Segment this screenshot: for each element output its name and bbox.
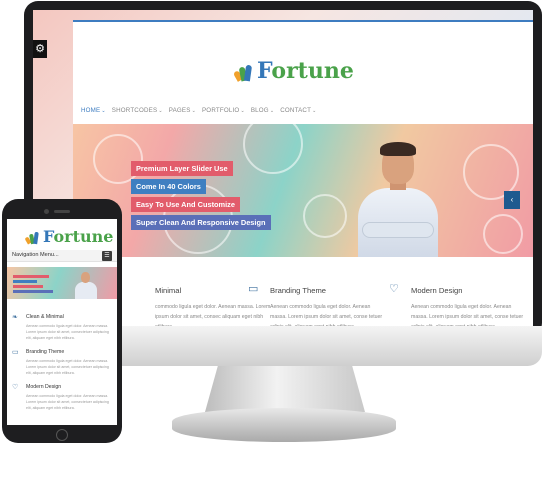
- feature-description: Aenean commodo ligula eget dolor. Aenean…: [26, 359, 109, 375]
- chevron-down-icon: ⌄: [101, 108, 106, 114]
- leaf-icon: ❧: [12, 314, 18, 321]
- monitor-stand-neck: [205, 366, 365, 412]
- phone-screen: Fortune Navigation Menu... ☰ ❧ Clean & Mi…: [7, 219, 117, 425]
- chevron-down-icon: ⌄: [240, 108, 245, 114]
- nav-item-blog[interactable]: BLOG⌄: [251, 107, 274, 114]
- chevron-down-icon: ⌄: [312, 108, 317, 114]
- slider-tag-bar: [13, 290, 53, 293]
- chevron-down-icon: ⌄: [191, 108, 196, 114]
- slider-caption: Super Clean And Responsive Design: [131, 215, 271, 230]
- feature-description: Aenean commodo ligula eget dolor. Aenean…: [411, 304, 524, 326]
- nav-item-pages[interactable]: PAGES⌄: [169, 107, 196, 114]
- feature-description: Aenean commodo ligula eget dolor. Aenean…: [26, 394, 109, 410]
- nav-item-label: CONTACT: [280, 107, 312, 114]
- desktop-logo[interactable]: Fortune: [232, 58, 354, 84]
- folder-icon: ▭: [12, 349, 19, 356]
- slider-tag-bar: [13, 280, 37, 283]
- nav-item-label: BLOG: [250, 107, 269, 114]
- slider-tag-bar: [13, 275, 49, 278]
- nav-item-portfolio[interactable]: PORTFOLIO⌄: [202, 107, 245, 114]
- monitor-stand-base: [172, 408, 396, 442]
- menu-icon[interactable]: ☰: [102, 251, 112, 261]
- nav-item-label: SHORTCODES: [111, 107, 158, 114]
- hero-person-image: [348, 142, 458, 257]
- feature-title: Modern Design: [26, 384, 62, 390]
- chevron-down-icon: ⌄: [158, 108, 163, 114]
- mobile-logo[interactable]: Fortune: [24, 227, 114, 246]
- feature-section: ❧Minimalcommodo ligula eget dolor. Aenea…: [73, 257, 533, 326]
- nav-item-home[interactable]: HOME⌄: [81, 107, 106, 114]
- feature-description: Aenean commodo ligula eget dolor. Aenean…: [26, 324, 109, 340]
- phone-camera: [44, 209, 49, 214]
- nav-item-label: HOME: [81, 107, 101, 114]
- hero-person-image: [75, 282, 97, 299]
- chevron-down-icon: ⌄: [269, 108, 275, 114]
- feature-title: Modern Design: [411, 286, 463, 295]
- feature-title: Branding Theme: [270, 286, 327, 295]
- logo-text: Fortune: [43, 227, 114, 246]
- hero-slider: Premium Layer Slider Use Come In 40 Color…: [73, 124, 533, 257]
- slider-prev-button[interactable]: ‹: [504, 191, 520, 209]
- desktop-page: Fortune HOME⌄ SHORTCODES⌄ PAGES⌄ PORTFOLIO⌄…: [73, 20, 533, 326]
- phone-speaker: [54, 210, 70, 213]
- feature-title: Clean & Minimal: [26, 314, 64, 320]
- feature-title: Branding Theme: [26, 349, 65, 355]
- main-nav: HOME⌄ SHORTCODES⌄ PAGES⌄ PORTFOLIO⌄ BLOG⌄ CON…: [81, 107, 322, 114]
- slider-caption: Premium Layer Slider Use: [131, 161, 233, 176]
- pattern-decoration: [243, 124, 303, 174]
- logo-mark-icon: [232, 61, 255, 82]
- mobile-hero-slider: [7, 267, 117, 299]
- folder-icon: ▭: [248, 283, 259, 295]
- pattern-decoration: [303, 194, 347, 238]
- slider-tag-bar: [13, 285, 43, 288]
- gear-icon[interactable]: ⚙: [33, 40, 47, 58]
- nav-item-shortcodes[interactable]: SHORTCODES⌄: [112, 107, 163, 114]
- pattern-decoration: [483, 214, 523, 254]
- feature-description: Aenean commodo ligula eget dolor. Aenean…: [270, 304, 383, 326]
- heart-icon: ♡: [12, 384, 19, 391]
- logo-mark-icon: [24, 230, 41, 245]
- pattern-decoration: [93, 134, 143, 184]
- feature-title: Minimal: [155, 286, 182, 295]
- mobile-nav-label: Navigation Menu...: [12, 252, 59, 258]
- heart-icon: ♡: [389, 283, 399, 295]
- slider-caption: Easy To Use And Customize: [131, 197, 240, 212]
- hero-person-head: [81, 272, 90, 283]
- phone-home-button: [56, 429, 68, 441]
- logo-text: Fortune: [257, 58, 354, 84]
- mobile-nav-bar[interactable]: Navigation Menu... ☰: [7, 250, 117, 262]
- slider-caption: Come In 40 Colors: [131, 179, 206, 194]
- nav-item-contact[interactable]: CONTACT⌄: [280, 107, 316, 114]
- phone-frame: Fortune Navigation Menu... ☰ ❧ Clean & Mi…: [2, 199, 122, 443]
- nav-item-label: PAGES: [168, 107, 191, 114]
- feature-description: commodo ligula eget dolor. Aenean massa.…: [155, 304, 271, 326]
- nav-item-label: PORTFOLIO: [201, 107, 240, 114]
